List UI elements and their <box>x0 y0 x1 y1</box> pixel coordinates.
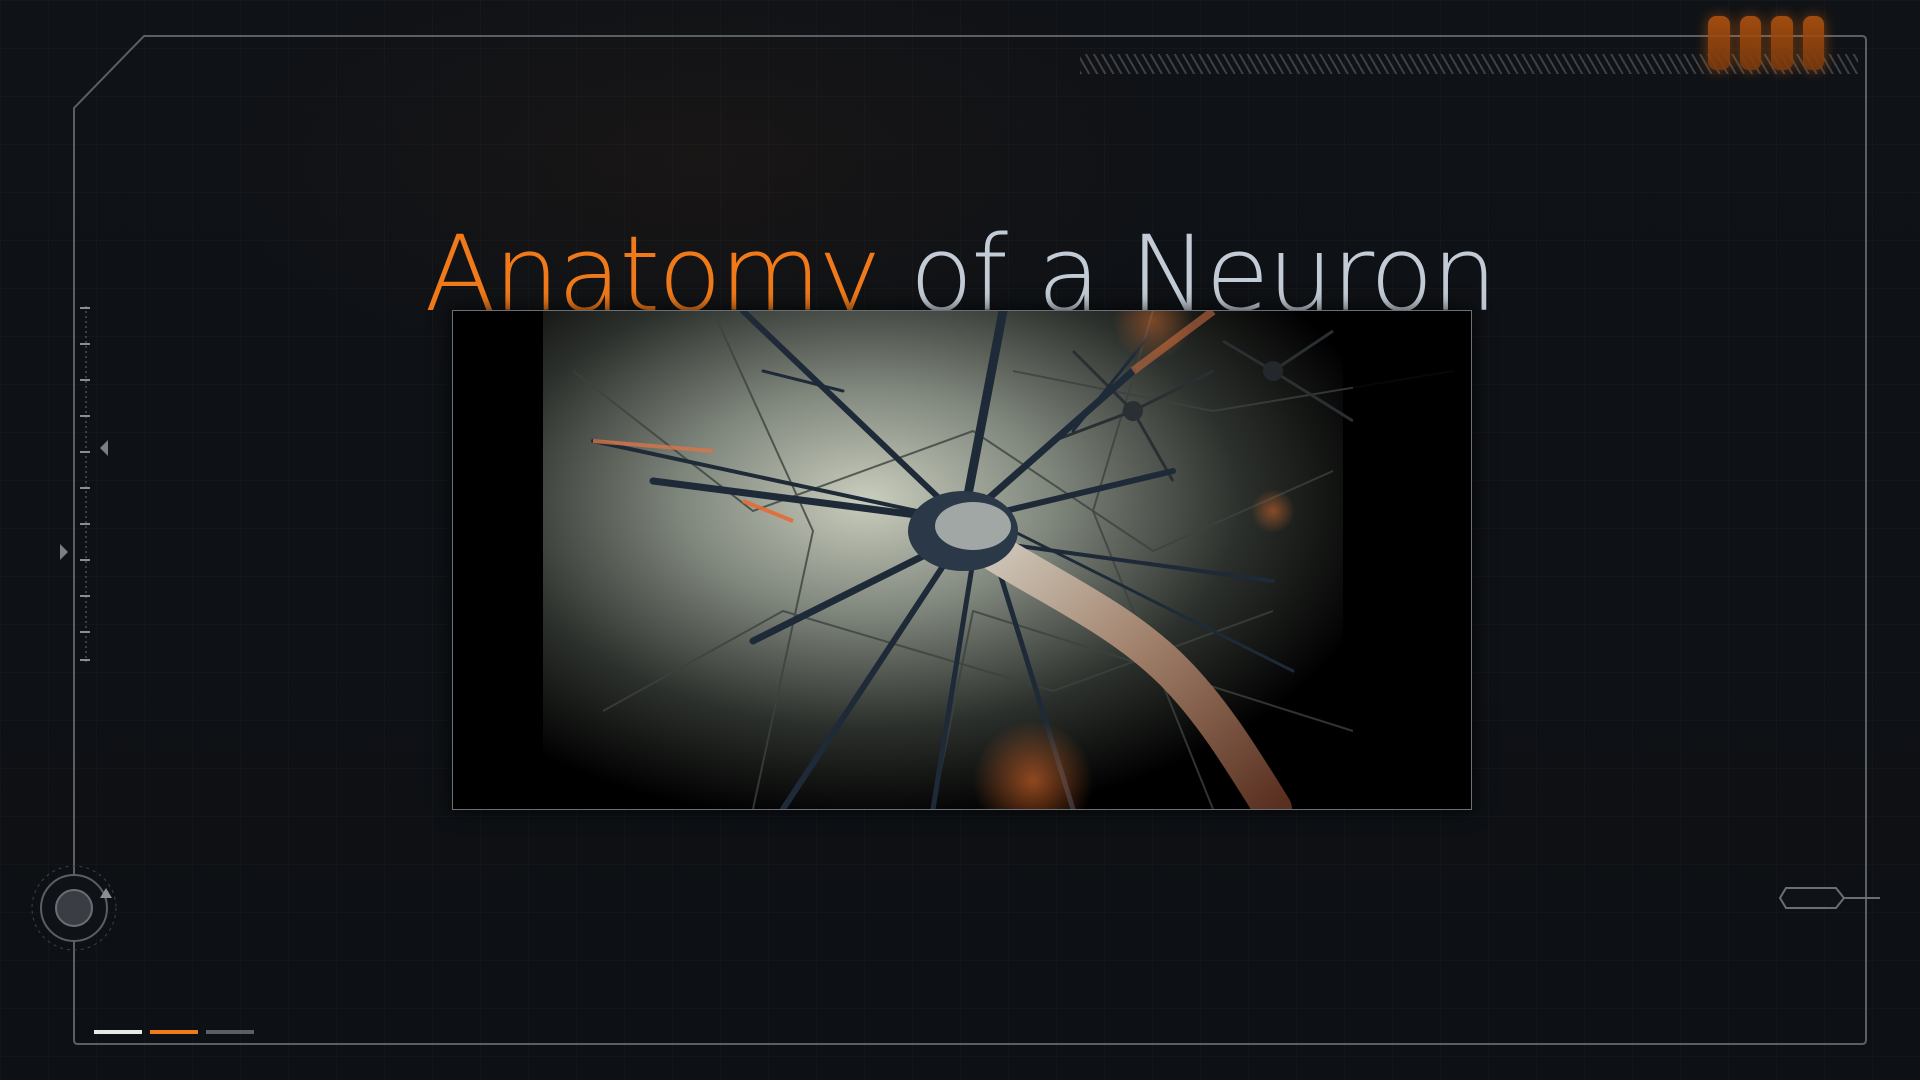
progress-tab <box>206 1030 254 1034</box>
neuron-image <box>452 310 1472 810</box>
status-indicators <box>1708 16 1824 72</box>
indicator-light <box>1708 16 1730 70</box>
progress-tabs <box>94 1030 254 1034</box>
indicator-light <box>1771 16 1793 70</box>
left-arrow-marker <box>100 440 108 456</box>
progress-tab <box>94 1030 142 1034</box>
indicator-light <box>1802 16 1824 70</box>
progress-tab <box>150 1030 198 1034</box>
indicator-light <box>1739 16 1761 70</box>
dial-widget <box>31 865 117 951</box>
tick-ruler <box>80 306 90 662</box>
right-arrow-marker <box>60 544 68 560</box>
